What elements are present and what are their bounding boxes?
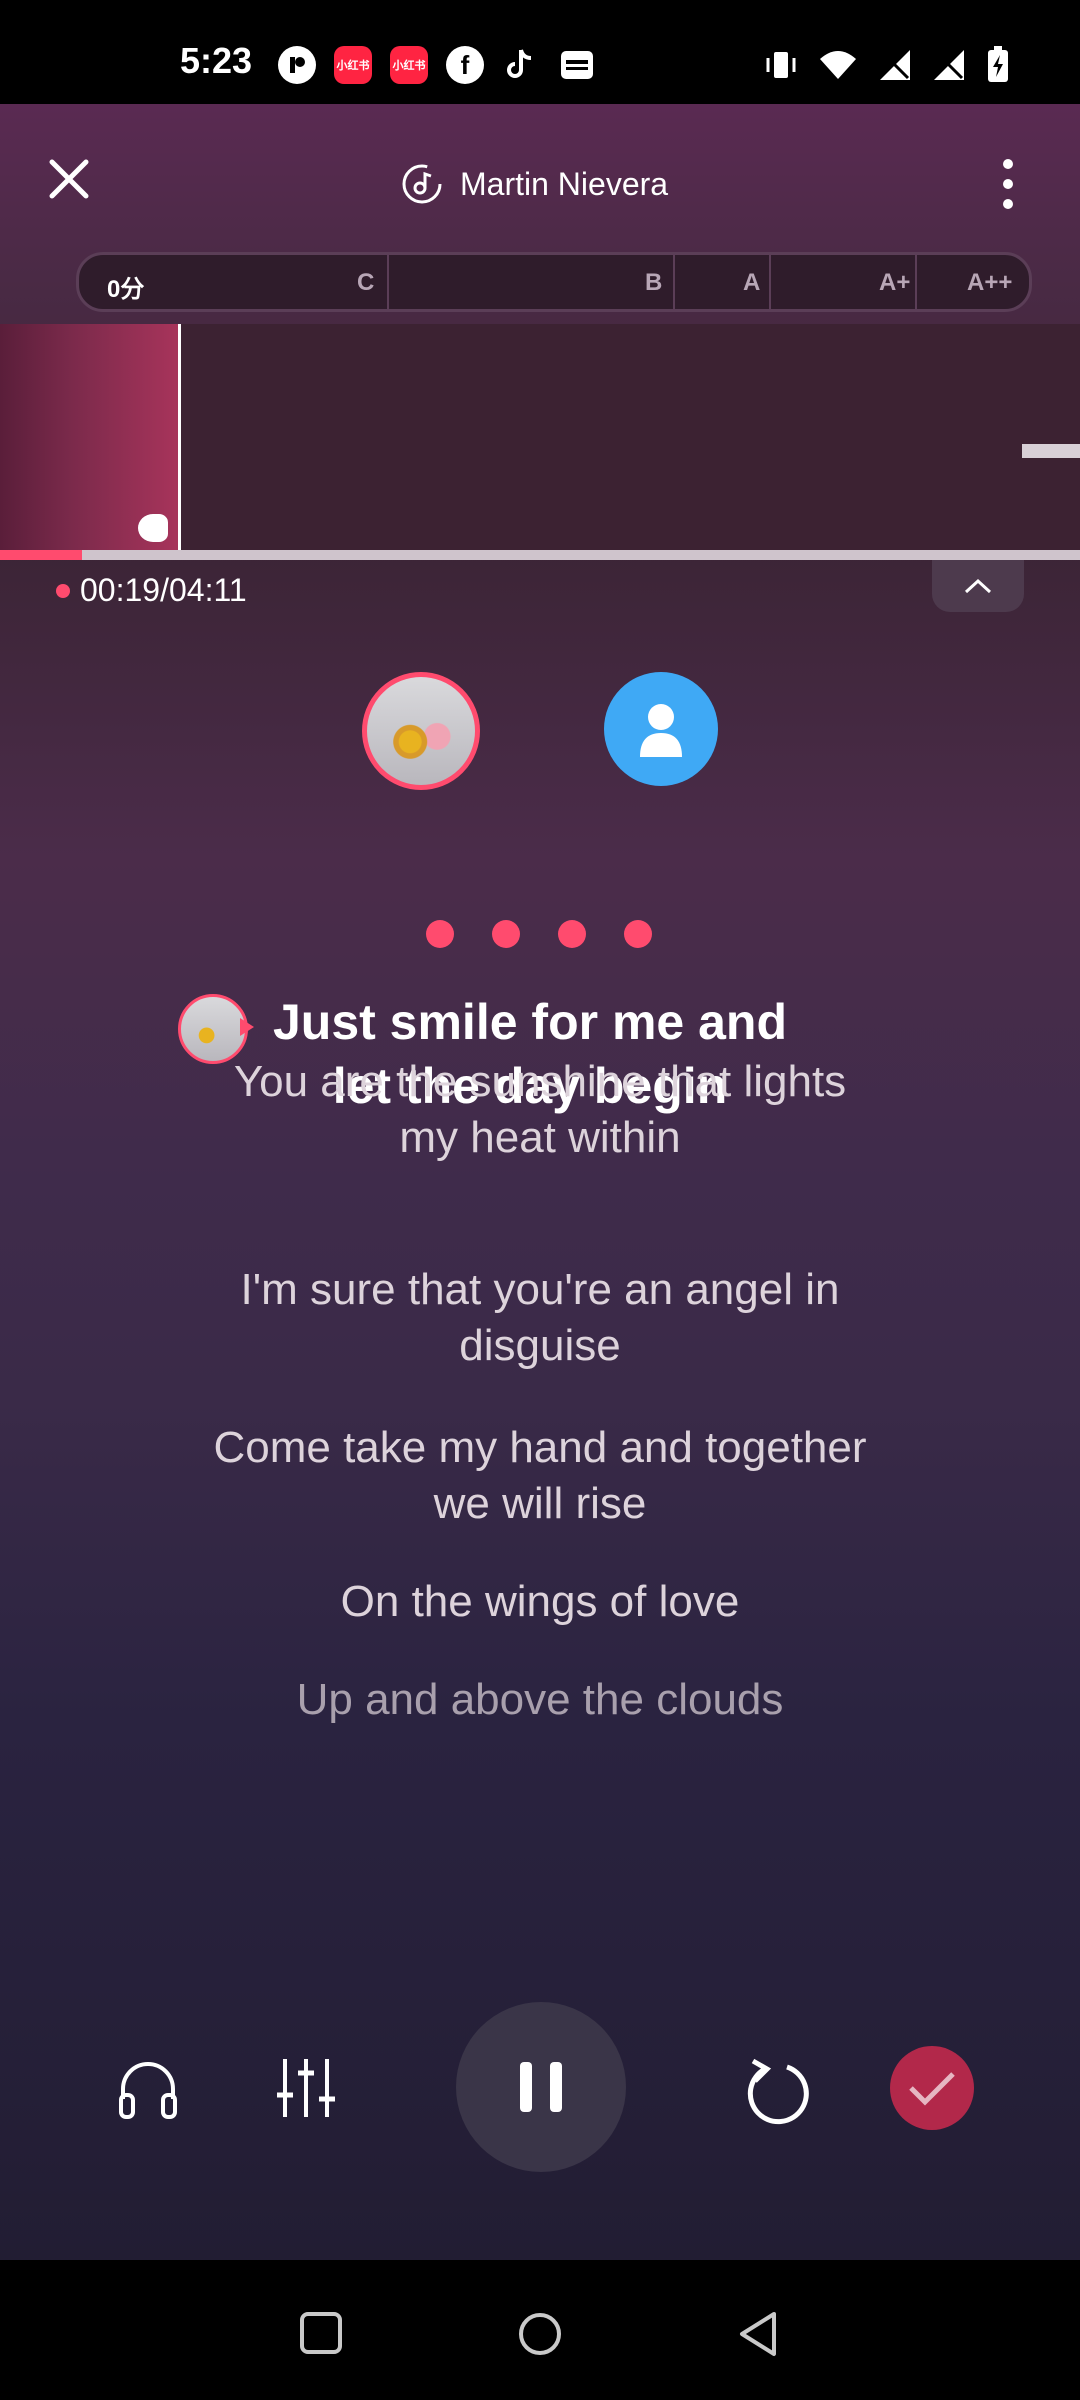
close-button[interactable] [44,154,94,204]
more-options-button[interactable] [996,156,1020,212]
countdown-dot [624,920,652,948]
pitch-visualizer [0,324,1080,550]
facebook-icon: f [446,46,484,84]
grade-divider [387,255,389,309]
app-badge-icon [278,46,316,84]
wallet-icon [558,46,596,84]
more-vertical-icon [1003,159,1013,209]
song-artist: Martin Nievera [460,165,669,202]
wifi-icon [820,51,856,79]
xiaohongshu-icon: 小红书 [390,46,428,84]
equalizer-button[interactable] [266,2048,346,2128]
time-elapsed-total: 00:19/04:11 [80,572,247,608]
player-controls [0,1994,1080,2214]
chevron-up-icon [964,578,992,594]
time-display: 00:19/04:11 [56,572,247,609]
pause-icon [520,2062,562,2112]
back-icon[interactable] [736,2310,782,2358]
music-note-icon [402,164,442,204]
singer-avatar[interactable] [362,672,480,790]
top-bar: Martin Nievera [0,104,1080,244]
equalizer-icon [277,2059,335,2117]
system-navigation-bar [0,2260,1080,2400]
headphones-icon [119,2062,177,2119]
recent-apps-icon[interactable] [298,2310,344,2356]
grade-divider [769,255,771,309]
close-icon [49,159,89,199]
partner-avatar[interactable] [604,672,718,786]
lyric-line: On the wings of love [340,1577,740,1626]
lyric-line: I'm sure that you're an angel in disguis… [240,1265,840,1370]
pitch-indicator [138,514,168,542]
no-signal-icon [880,50,910,80]
lyric-line: Up and above the clouds [296,1675,784,1724]
xiaohongshu-icon: 小红书 [334,46,372,84]
pitch-cursor [178,324,181,550]
grade-divider [915,255,917,309]
system-icons [764,46,1010,84]
home-icon[interactable] [516,2310,564,2358]
recording-dot-icon [56,583,70,598]
grade-a-plus: A+ [879,269,911,296]
countdown-dot [558,920,586,948]
tiktok-icon [502,46,540,84]
grade-c: C [357,269,375,296]
battery-charging-icon [988,46,1008,82]
status-bar: 5:23 小红书 小红书 f [0,0,1080,104]
restart-button[interactable] [734,2048,818,2132]
pitch-note-bar [1022,444,1080,458]
countdown-dot [426,920,454,948]
vibrate-icon [766,52,796,78]
headphones-button[interactable] [108,2048,188,2128]
grade-a-plus-plus: A++ [967,269,1013,296]
pause-button[interactable] [456,2002,626,2172]
countdown-dot [492,920,520,948]
lyric-line: Come take my hand and together we will r… [213,1423,867,1528]
restart-icon [747,2058,809,2125]
no-signal-icon [934,50,964,80]
song-title[interactable]: Martin Nievera [400,162,668,206]
song-progress-fill [0,550,83,560]
score-bar: 0分 C B A A+ A++ [76,252,1032,312]
countdown-dots [426,920,652,948]
current-score: 0分 [107,276,145,303]
lyric-line: You are the sunshine that lights my heat… [233,1057,847,1162]
grade-a: A [743,269,761,296]
notification-icons: 小红书 小红书 f [278,46,596,84]
collapse-button[interactable] [932,560,1024,612]
karaoke-screen: Martin Nievera 0分 C B A A+ A++ 00:19/04:… [0,104,1080,2260]
user-icon [640,704,682,757]
grade-b: B [645,269,663,296]
song-progress-bar[interactable] [0,550,1080,560]
status-time: 5:23 [180,40,253,81]
finish-button[interactable] [890,2046,974,2130]
grade-divider [673,255,675,309]
check-icon [909,2072,955,2106]
